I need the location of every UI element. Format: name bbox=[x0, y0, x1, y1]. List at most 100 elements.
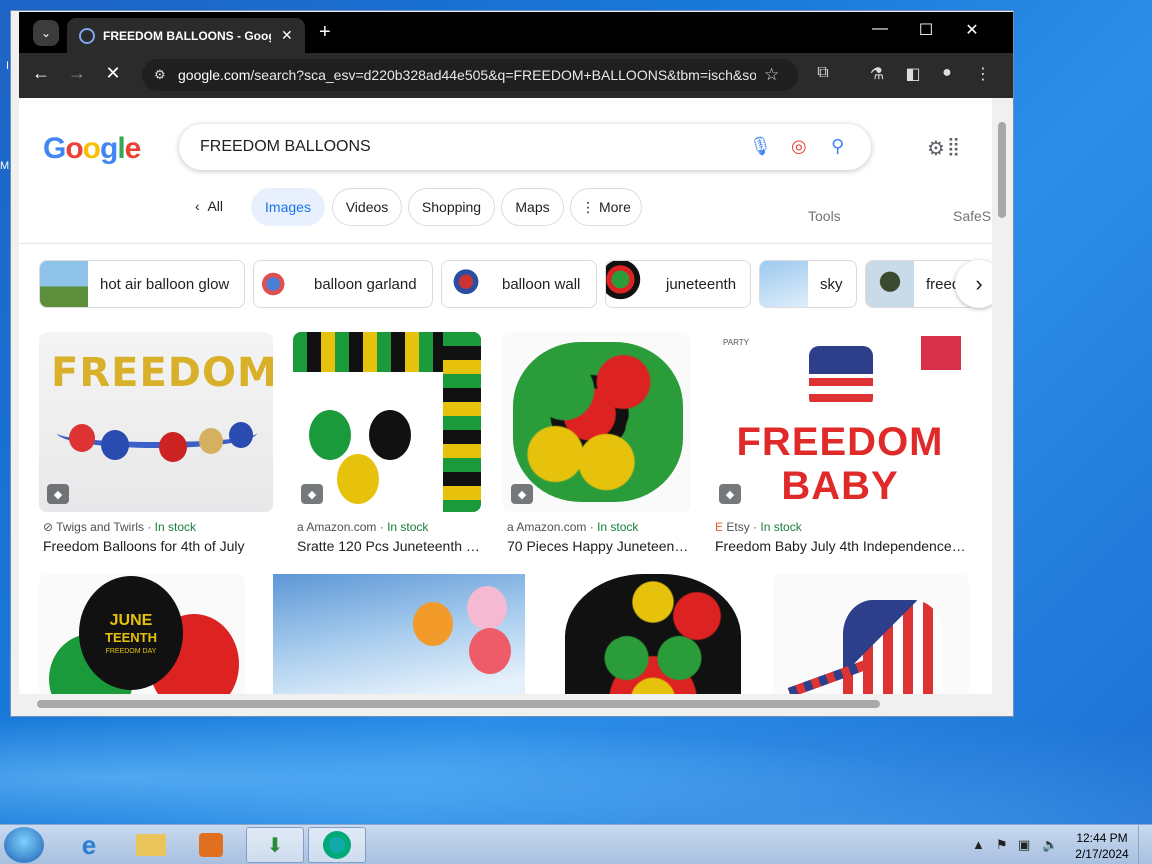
scroll-thumb[interactable] bbox=[998, 122, 1006, 218]
image-shape bbox=[101, 430, 129, 460]
search-input[interactable]: FREEDOM BALLOONS bbox=[200, 138, 371, 156]
browser-window: ⌄ FREEDOM BALLOONS - Google ✕ + — ☐ ✕ ← … bbox=[10, 10, 1014, 717]
tab-maps[interactable]: Maps bbox=[501, 188, 564, 226]
result-title[interactable]: 70 Pieces Happy Juneteenth ... bbox=[507, 538, 691, 554]
related-label: balloon garland bbox=[314, 275, 417, 293]
profile-avatar-icon[interactable]: ● bbox=[935, 64, 959, 82]
image-shape bbox=[413, 602, 453, 646]
menu-kebab-icon[interactable]: ⋮ bbox=[971, 64, 995, 84]
side-panel-icon[interactable]: ◧ bbox=[901, 64, 925, 84]
result-image[interactable] bbox=[553, 574, 751, 694]
desktop-icon-fragment: M bbox=[0, 160, 10, 172]
result-image[interactable] bbox=[773, 574, 969, 694]
related-label: sky bbox=[820, 275, 843, 293]
new-tab-icon[interactable]: + bbox=[319, 21, 331, 44]
taskbar: e ⬇ ▲ ⚑ ▣ 🔈 12:44 PM 2/17/2024 bbox=[0, 824, 1152, 864]
show-desktop-button[interactable] bbox=[1138, 825, 1152, 864]
microphone-icon[interactable]: 🎙 bbox=[749, 136, 772, 157]
close-tab-icon[interactable]: ✕ bbox=[281, 27, 293, 44]
image-shape bbox=[565, 574, 741, 694]
volume-muted-icon[interactable]: 🔈 bbox=[1042, 837, 1058, 853]
google-logo[interactable]: Google bbox=[43, 132, 141, 166]
desktop-icon-fragment: I bbox=[6, 60, 10, 72]
title-bar: ⌄ FREEDOM BALLOONS - Google ✕ + — ☐ ✕ bbox=[19, 12, 1013, 53]
related-chip-wall[interactable]: balloon wall bbox=[441, 260, 597, 308]
image-shape bbox=[199, 428, 223, 454]
image-shape bbox=[921, 336, 961, 370]
image-shape bbox=[443, 332, 481, 512]
tab-all[interactable]: ‹ All bbox=[195, 198, 223, 214]
media-player-icon[interactable] bbox=[182, 827, 240, 863]
result-image[interactable]: FREEDOM ◆ bbox=[39, 332, 273, 512]
divider bbox=[19, 243, 992, 244]
image-shape bbox=[229, 422, 253, 448]
tab-shopping[interactable]: Shopping bbox=[408, 188, 495, 226]
image-shape bbox=[469, 628, 511, 674]
related-thumbnail bbox=[866, 261, 914, 307]
flag-icon[interactable]: ⚑ bbox=[996, 837, 1008, 853]
product-tag-icon: ◆ bbox=[301, 484, 323, 504]
minimize-button[interactable]: — bbox=[865, 20, 895, 38]
image-shape bbox=[337, 454, 379, 504]
tab-search-button[interactable]: ⌄ bbox=[33, 20, 59, 46]
file-explorer-icon[interactable] bbox=[122, 827, 180, 863]
desktop-background bbox=[0, 700, 1152, 830]
image-text: FREEDOM bbox=[736, 420, 944, 464]
tab-videos[interactable]: Videos bbox=[332, 188, 402, 226]
image-text: TEENTH bbox=[105, 630, 157, 645]
network-icon[interactable]: ▣ bbox=[1018, 837, 1030, 853]
bookmark-star-icon[interactable]: ☆ bbox=[764, 65, 779, 85]
close-window-button[interactable]: ✕ bbox=[957, 20, 987, 40]
result-image[interactable]: ◆ bbox=[503, 332, 691, 512]
browser-taskbar-icon[interactable] bbox=[308, 827, 366, 863]
tab-google-images[interactable]: FREEDOM BALLOONS - Google ✕ bbox=[67, 18, 305, 53]
result-image[interactable]: JUNE TEENTH FREEDOM DAY bbox=[39, 574, 245, 694]
image-shape bbox=[369, 410, 411, 460]
stop-loading-icon[interactable]: ✕ bbox=[101, 63, 125, 84]
result-image[interactable] bbox=[273, 574, 525, 694]
product-tag-icon: ◆ bbox=[719, 484, 741, 504]
browser-toolbar: ← → ✕ ⚙ google.com/search?sca_esv=d220b3… bbox=[19, 53, 1013, 98]
search-box[interactable]: FREEDOM BALLOONS 🎙 ◎ ⚲ bbox=[179, 124, 871, 170]
safesearch-button[interactable]: SafeS bbox=[953, 208, 991, 224]
maximize-button[interactable]: ☐ bbox=[911, 20, 941, 40]
result-source: a Amazon.com · In stock bbox=[297, 520, 429, 534]
related-chip-juneteenth[interactable]: juneteenth bbox=[605, 260, 751, 308]
result-image[interactable]: PARTY FREEDOM BABY ◆ bbox=[711, 332, 969, 512]
extensions-icon[interactable]: ⧉ bbox=[811, 64, 835, 82]
internet-explorer-icon[interactable]: e bbox=[60, 827, 118, 863]
related-chip-garland[interactable]: balloon garland bbox=[253, 260, 433, 308]
tab-images[interactable]: Images bbox=[251, 188, 325, 226]
image-shape bbox=[309, 410, 351, 460]
clock-time: 12:44 PM bbox=[1076, 831, 1128, 845]
tab-more[interactable]: ⋮ More bbox=[570, 188, 642, 226]
related-thumbnail bbox=[254, 261, 302, 307]
settings-gear-icon[interactable]: ⚙ bbox=[927, 136, 945, 161]
tray-expand-icon[interactable]: ▲ bbox=[972, 837, 985, 852]
start-button[interactable] bbox=[4, 827, 44, 863]
forward-arrow-icon[interactable]: → bbox=[65, 63, 89, 84]
vertical-scrollbar[interactable] bbox=[994, 108, 1010, 694]
site-info-icon[interactable]: ⚙ bbox=[154, 67, 172, 83]
address-bar[interactable]: ⚙ google.com/search?sca_esv=d220b328ad44… bbox=[142, 59, 798, 91]
related-chip-hot-air[interactable]: hot air balloon glow bbox=[39, 260, 245, 308]
download-app-icon[interactable]: ⬇ bbox=[246, 827, 304, 863]
search-icon[interactable]: ⚲ bbox=[831, 136, 844, 157]
horizontal-scrollbar[interactable] bbox=[19, 694, 994, 714]
labs-flask-icon[interactable]: ⚗ bbox=[865, 64, 889, 84]
lens-camera-icon[interactable]: ◎ bbox=[791, 136, 807, 157]
result-title[interactable]: Freedom Balloons for 4th of July bbox=[43, 538, 269, 554]
result-title[interactable]: Freedom Baby July 4th Independence Day .… bbox=[715, 538, 969, 554]
result-title[interactable]: Sratte 120 Pcs Juneteenth Ba... bbox=[297, 538, 481, 554]
google-images-page: Google FREEDOM BALLOONS 🎙 ◎ ⚲ ⚙ ⣿ ‹ All … bbox=[19, 98, 992, 694]
system-clock[interactable]: 12:44 PM 2/17/2024 bbox=[1064, 830, 1140, 862]
apps-grid-icon[interactable]: ⣿ bbox=[947, 136, 960, 157]
result-source: E Etsy · In stock bbox=[715, 520, 802, 534]
back-arrow-icon[interactable]: ← bbox=[29, 63, 53, 84]
related-thumbnail bbox=[442, 261, 490, 307]
scroll-thumb[interactable] bbox=[37, 700, 880, 708]
related-chip-sky[interactable]: sky bbox=[759, 260, 857, 308]
tools-button[interactable]: Tools bbox=[808, 208, 841, 224]
related-thumbnail bbox=[40, 261, 88, 307]
result-image[interactable]: ◆ bbox=[293, 332, 481, 512]
